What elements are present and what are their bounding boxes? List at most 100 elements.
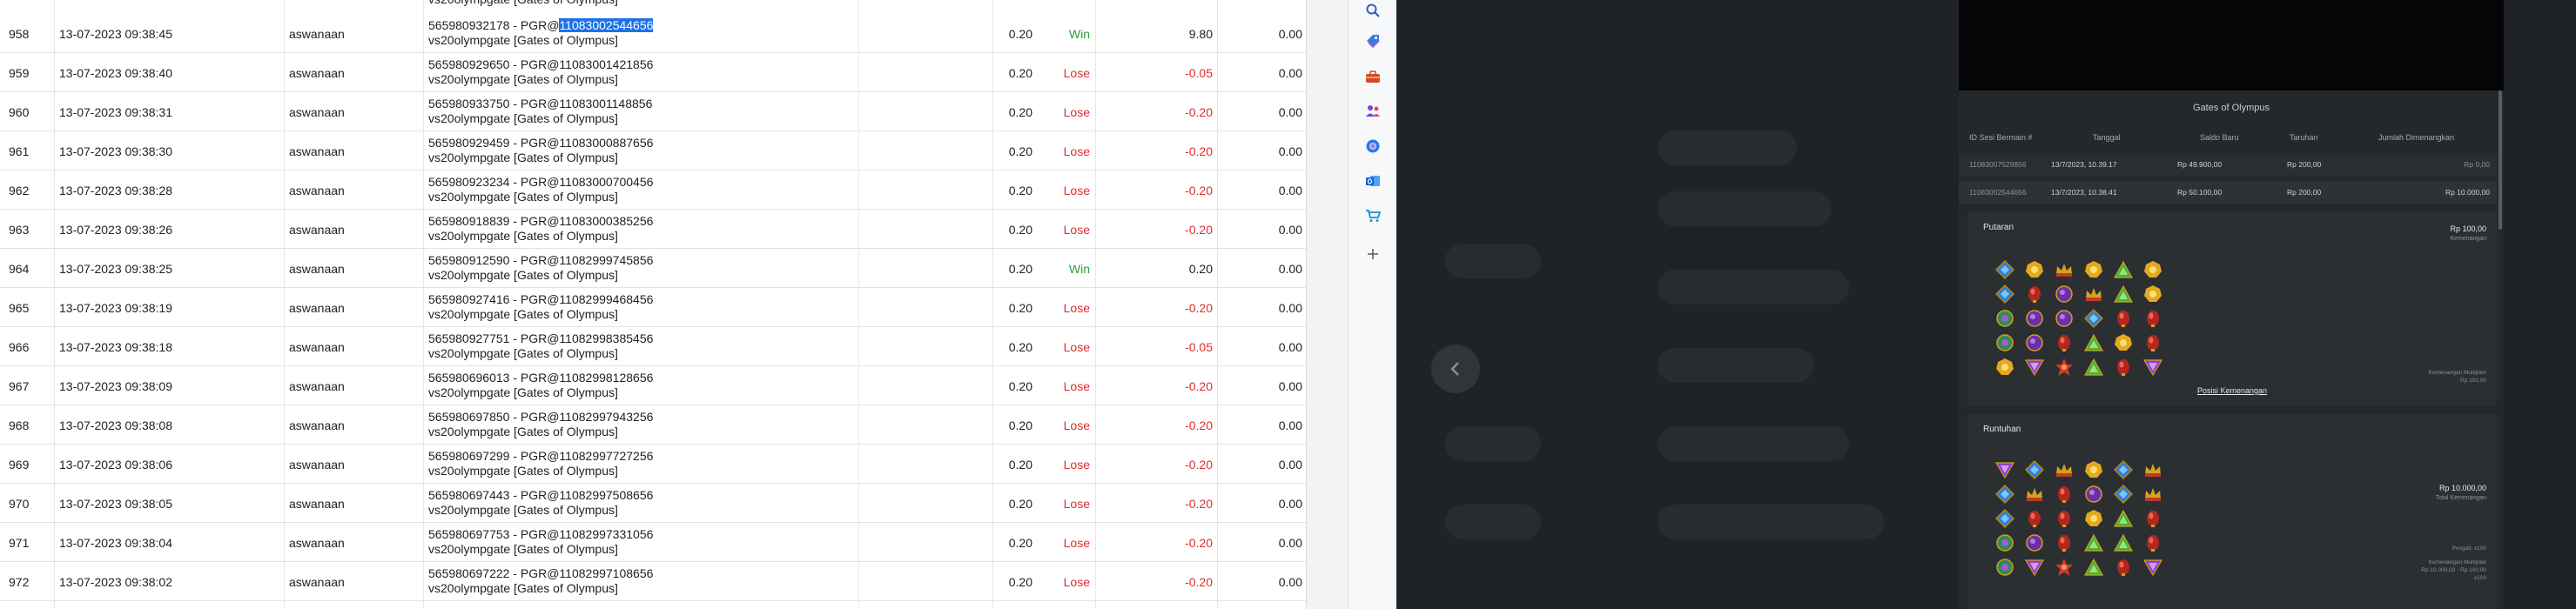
green-orb-icon: [1990, 331, 2020, 355]
people-icon[interactable]: [1362, 101, 1383, 122]
row-username: aswanaan: [289, 418, 345, 432]
back-button[interactable]: [1431, 345, 1480, 393]
row-date: 13-07-2023 09:38:31: [59, 105, 172, 119]
outlook-icon[interactable]: [1362, 171, 1383, 191]
table-row[interactable]: 961 13-07-2023 09:38:30 aswanaan 5659809294…: [0, 131, 1306, 171]
row-number: 964: [9, 262, 30, 276]
row-username: aswanaan: [289, 340, 345, 354]
description-id: 565980927416 - PGR@11082999468456: [428, 292, 654, 306]
description-game: vs20olympgate [Gates of Olympus]: [428, 151, 618, 164]
row-username: aswanaan: [289, 301, 345, 315]
row-win-amount: -0.20: [1185, 497, 1213, 511]
row-number: 969: [9, 458, 30, 472]
table-row[interactable]: 959 13-07-2023 09:38:40 aswanaan 5659809296…: [0, 53, 1306, 92]
background-decoration: [1658, 348, 1814, 383]
row-number: 967: [9, 379, 30, 393]
table-row[interactable]: 962 13-07-2023 09:38:28 aswanaan 5659809232…: [0, 171, 1306, 210]
description-id: 565980696013 - PGR@11082998128656: [428, 371, 654, 385]
add-icon[interactable]: [1362, 244, 1383, 264]
table-row[interactable]: 960 13-07-2023 09:38:31 aswanaan 5659809337…: [0, 92, 1306, 131]
row-date: 13-07-2023 09:38:09: [59, 379, 172, 393]
row-balance: 0.00: [1278, 27, 1302, 41]
gold-ring-icon: [2109, 331, 2138, 355]
session-balance: Rp 50.100,00: [2177, 188, 2223, 197]
blue-diamond-icon: [1990, 506, 2020, 531]
red-chalice-icon: [2138, 331, 2168, 355]
shopping-cart-icon[interactable]: [1362, 205, 1383, 226]
purple-orb-icon: [2020, 331, 2049, 355]
session-row[interactable]: 11083002544656 13/7/2023, 10.38.41 Rp 50…: [1959, 181, 2497, 204]
session-row[interactable]: 11083007529856 13/7/2023, 10.39.17 Rp 49…: [1959, 153, 2497, 176]
header-new-balance: Saldo Baru: [2200, 133, 2239, 142]
red-chalice-icon: [2049, 331, 2079, 355]
row-date: 13-07-2023 09:38:30: [59, 144, 172, 158]
table-row[interactable]: 967 13-07-2023 09:38:09 aswanaan 5659806960…: [0, 366, 1306, 405]
search-icon[interactable]: [1362, 0, 1383, 21]
background-decoration: [1658, 130, 1797, 165]
description-game: vs20olympgate [Gates of Olympus]: [428, 33, 618, 47]
background-decoration: [1445, 244, 1541, 278]
gold-ring-icon: [1990, 355, 2020, 379]
gold-ring-icon: [2138, 258, 2168, 282]
spin-section: Putaran Rp 100,00 Kemenangan Kemenangan …: [1967, 212, 2497, 405]
red-star-icon: [2049, 355, 2079, 379]
green-triangle-icon: [2079, 555, 2109, 579]
row-description[interactable]: 565980929650 - PGR@11083001421856 vs20oly…: [428, 57, 653, 87]
red-chalice-icon: [2138, 306, 2168, 331]
session-win: Rp 10.000,00: [2445, 188, 2490, 197]
row-description[interactable]: 565980912590 - PGR@11082999745856 vs20oly…: [428, 253, 653, 283]
session-date: 13/7/2023, 10.39.17: [2051, 160, 2117, 169]
blue-diamond-icon: [2109, 458, 2138, 482]
tumble-multiplier: Pengali: x100: [2452, 545, 2486, 552]
copilot-icon[interactable]: [1362, 136, 1383, 157]
row-description[interactable]: 565980697222 - PGR@11082997108656 vs20oly…: [428, 566, 653, 596]
red-chalice-icon: [2109, 306, 2138, 331]
tumble-amount: Rp 10.000,00: [2438, 484, 2486, 492]
row-description[interactable]: 565980927416 - PGR@11082999468456 vs20oly…: [428, 292, 653, 322]
red-chalice-icon: [2138, 506, 2168, 531]
winning-positions-link[interactable]: Posisi Kemenangan: [1967, 386, 2497, 395]
selected-text: 11083002544656: [559, 18, 654, 32]
blue-diamond-icon: [1990, 258, 2020, 282]
row-description[interactable]: 565980929459 - PGR@11083000887656 vs20oly…: [428, 136, 653, 165]
description-id: 565980697443 - PGR@11082997508656: [428, 488, 654, 502]
description-game: vs20olympgate [Gates of Olympus]: [428, 346, 618, 360]
row-username: aswanaan: [289, 184, 345, 197]
row-description[interactable]: 565980933750 - PGR@11083001148856 vs20oly…: [428, 97, 652, 126]
purple-orb-icon: [2020, 306, 2049, 331]
table-row[interactable]: 966 13-07-2023 09:38:18 aswanaan 5659809277…: [0, 327, 1306, 366]
table-row[interactable]: 971 13-07-2023 09:38:04 aswanaan 5659806977…: [0, 523, 1306, 562]
tag-icon[interactable]: [1362, 31, 1383, 52]
row-result: Lose: [1063, 379, 1090, 393]
row-description[interactable]: 565980697443 - PGR@11082997508656 vs20oly…: [428, 488, 653, 518]
purple-orb-icon: [2020, 531, 2049, 555]
row-balance: 0.00: [1278, 223, 1302, 237]
table-row[interactable]: 958 13-07-2023 09:38:45 aswanaan 5659809321…: [0, 14, 1306, 53]
row-description[interactable]: 565980697753 - PGR@11082997331056 vs20oly…: [428, 527, 653, 557]
game-history-modal: Gates of Olympus ID Sesi Bermain # Tangg…: [1959, 0, 2504, 609]
description-id: 565980697299 - PGR@11082997727256: [428, 449, 654, 463]
row-description[interactable]: 565980697299 - PGR@11082997727256 vs20oly…: [428, 449, 653, 478]
table-row[interactable]: 968 13-07-2023 09:38:08 aswanaan 5659806978…: [0, 405, 1306, 445]
table-row[interactable]: 972 13-07-2023 09:38:02 aswanaan 5659806972…: [0, 562, 1306, 601]
row-description[interactable]: 565980927751 - PGR@11082998385456 vs20oly…: [428, 331, 653, 361]
row-description[interactable]: 565980932178 - PGR@11083002544656 vs20oly…: [428, 18, 654, 48]
toolbox-icon[interactable]: [1362, 66, 1383, 87]
background-decoration: [1445, 426, 1541, 461]
table-row[interactable]: 963 13-07-2023 09:38:26 aswanaan 5659809188…: [0, 210, 1306, 249]
row-description[interactable]: 565980923234 - PGR@11083000700456 vs20oly…: [428, 175, 653, 204]
green-orb-icon: [1990, 306, 2020, 331]
row-win-amount: -0.20: [1185, 223, 1213, 237]
row-description[interactable]: 565980697850 - PGR@11082997943256 vs20oly…: [428, 410, 653, 439]
purple-triangle-icon: [1990, 458, 2020, 482]
tumble-note: Kemenangan Multiplier Rp 10.000,00 · Rp …: [2421, 559, 2486, 581]
modal-title: Gates of Olympus: [2192, 103, 2270, 113]
table-row[interactable]: 969 13-07-2023 09:38:06 aswanaan 5659806972…: [0, 445, 1306, 484]
row-description[interactable]: 565980696013 - PGR@11082998128656 vs20oly…: [428, 371, 653, 400]
row-description[interactable]: 565980918839 - PGR@11083000385256 vs20oly…: [428, 214, 653, 244]
table-row[interactable]: 970 13-07-2023 09:38:05 aswanaan 5659806974…: [0, 484, 1306, 523]
row-balance: 0.00: [1278, 301, 1302, 315]
table-row[interactable]: 964 13-07-2023 09:38:25 aswanaan 5659809125…: [0, 249, 1306, 288]
row-win-amount: 0.20: [1188, 262, 1213, 276]
table-row[interactable]: 965 13-07-2023 09:38:19 aswanaan 5659809274…: [0, 288, 1306, 327]
